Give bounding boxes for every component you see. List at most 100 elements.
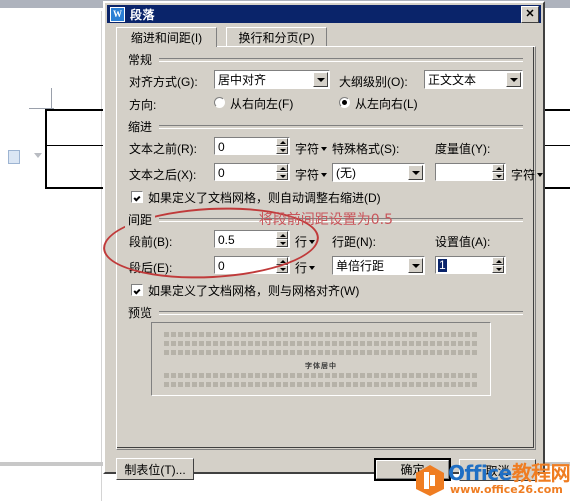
dialog-title: 段落: [130, 7, 156, 22]
spinner-up-icon[interactable]: [276, 231, 288, 239]
space-after-spinner[interactable]: [276, 257, 288, 273]
set-value-spinner[interactable]: [492, 257, 504, 273]
set-value-label: 设置值(A):: [435, 235, 491, 249]
word-icon: W: [110, 6, 125, 22]
line-spacing-combo[interactable]: 单倍行距: [332, 256, 425, 275]
auto-adjust-right-indent-label: 如果定义了文档网格，则自动调整右缩进(D): [148, 191, 381, 205]
radio-right-to-left[interactable]: 从右向左(F): [214, 95, 293, 112]
alignment-label: 对齐方式(G):: [129, 75, 198, 89]
measure-value-spinner[interactable]: [492, 164, 504, 180]
checkbox-indicator: [131, 191, 143, 203]
direction-label: 方向:: [129, 98, 157, 112]
measure-value-label: 度量值(Y):: [435, 142, 491, 156]
office-logo-icon: [415, 464, 445, 497]
preview-line: [164, 341, 478, 346]
special-format-value: (无): [336, 166, 356, 180]
preview-line: [164, 332, 478, 337]
snap-to-grid-label: 如果定义了文档网格，则与网格对齐(W): [148, 284, 360, 298]
measure-value-unit-label: 字符: [511, 168, 536, 182]
group-label-indentation: 缩进: [125, 118, 156, 135]
space-before-unit[interactable]: 行: [295, 233, 316, 250]
autofit-handle-icon[interactable]: [8, 150, 20, 164]
indent-before-unit[interactable]: 字符: [295, 140, 328, 157]
spinner-up-icon[interactable]: [276, 138, 288, 146]
space-before-value: 0.5: [218, 233, 235, 247]
watermark-brand: Office教程网: [448, 462, 570, 484]
preview-box: 字体居中: [151, 322, 491, 396]
space-after-unit-label: 行: [295, 261, 308, 275]
measure-value-unit[interactable]: 字符: [511, 166, 544, 183]
line-spacing-value: 单倍行距: [336, 259, 385, 273]
radio-indicator: [214, 97, 225, 108]
annotation-text: 将段前间距设置为0.5: [258, 212, 393, 228]
space-after-value: 0: [218, 259, 225, 273]
chevron-down-icon[interactable]: [34, 153, 42, 158]
site-watermark: Office教程网 www.office26.com: [415, 462, 570, 500]
spinner-up-icon[interactable]: [492, 257, 504, 265]
tab-panel-inner: 常规 对齐方式(G): 居中对齐 大纲级别(O): 正文文本 方向: 从右向左(…: [117, 47, 544, 448]
tabs-button[interactable]: 制表位(T)...: [116, 458, 194, 480]
preview-sample-text: 字体居中: [305, 363, 337, 370]
indent-before-spinner[interactable]: [276, 138, 288, 154]
table-border-left-edge: [45, 109, 47, 189]
radio-left-to-right-label: 从左向右(L): [355, 97, 418, 111]
watermark-brand-secondary: 教程网: [511, 461, 570, 485]
group-rule-general: [159, 58, 523, 62]
radio-left-to-right[interactable]: 从左向右(L): [339, 95, 418, 112]
spinner-down-icon[interactable]: [276, 172, 288, 180]
set-value-value: 1: [438, 258, 447, 272]
table-border-top-left: [45, 109, 103, 111]
preview-line: [164, 382, 478, 387]
indent-after-value: 0: [218, 166, 225, 180]
watermark-brand-primary: Office: [448, 461, 512, 485]
spinner-up-icon[interactable]: [492, 164, 504, 172]
indent-after-unit-label: 字符: [295, 168, 320, 182]
dialog-titlebar: W 段落 ✕: [107, 5, 541, 23]
table-border-right-3: [545, 187, 570, 189]
table-guide-vertical: [51, 88, 52, 110]
tab-strip: 缩进和间距(I) 换行和分页(P): [116, 27, 536, 47]
table-border-right-1: [545, 109, 570, 111]
spinner-up-icon[interactable]: [276, 164, 288, 172]
tab-line-and-page-breaks[interactable]: 换行和分页(P): [226, 27, 327, 47]
space-before-spinner[interactable]: [276, 231, 288, 247]
indent-before-unit-label: 字符: [295, 142, 320, 156]
line-spacing-dropdown-arrow-icon[interactable]: [408, 258, 423, 273]
spinner-down-icon[interactable]: [276, 239, 288, 247]
spinner-down-icon[interactable]: [276, 146, 288, 154]
alignment-combo[interactable]: 居中对齐: [214, 70, 330, 89]
indent-after-unit[interactable]: 字符: [295, 166, 328, 183]
spinner-down-icon[interactable]: [276, 265, 288, 273]
special-format-combo[interactable]: (无): [332, 163, 425, 182]
document-left-margin-line: [101, 11, 102, 501]
space-after-unit[interactable]: 行: [295, 259, 316, 276]
group-label-preview: 预览: [125, 304, 156, 321]
spinner-down-icon[interactable]: [492, 265, 504, 273]
space-after-label: 段后(E):: [129, 261, 173, 275]
table-border-mid-left: [45, 145, 103, 146]
radio-indicator: [339, 97, 350, 108]
line-spacing-label: 行距(N):: [332, 235, 376, 249]
outline-level-combo[interactable]: 正文文本: [424, 70, 523, 89]
group-label-general: 常规: [125, 51, 156, 68]
table-border-right-2: [545, 145, 570, 146]
preview-line: [164, 350, 478, 355]
indent-after-spinner[interactable]: [276, 164, 288, 180]
indent-after-label: 文本之后(X):: [129, 168, 197, 182]
snap-to-grid-checkbox[interactable]: 如果定义了文档网格，则与网格对齐(W): [131, 282, 359, 299]
tab-indents-and-spacing[interactable]: 缩进和间距(I): [116, 27, 217, 47]
paragraph-dialog: W 段落 ✕ 缩进和间距(I) 换行和分页(P) 常规 对齐方式(G): 居中对…: [103, 1, 545, 481]
indent-before-label: 文本之前(R):: [129, 142, 197, 156]
indent-before-value: 0: [218, 140, 225, 154]
spinner-up-icon[interactable]: [276, 257, 288, 265]
alignment-dropdown-arrow-icon[interactable]: [313, 72, 328, 87]
checkbox-indicator: [131, 284, 143, 296]
special-format-dropdown-arrow-icon[interactable]: [408, 165, 423, 180]
auto-adjust-right-indent-checkbox[interactable]: 如果定义了文档网格，则自动调整右缩进(D): [131, 189, 381, 206]
group-rule-preview: [159, 311, 523, 315]
spinner-down-icon[interactable]: [492, 172, 504, 180]
space-before-unit-label: 行: [295, 235, 308, 249]
group-label-spacing: 间距: [125, 211, 156, 228]
close-icon[interactable]: ✕: [521, 5, 539, 23]
outline-level-dropdown-arrow-icon[interactable]: [506, 72, 521, 87]
